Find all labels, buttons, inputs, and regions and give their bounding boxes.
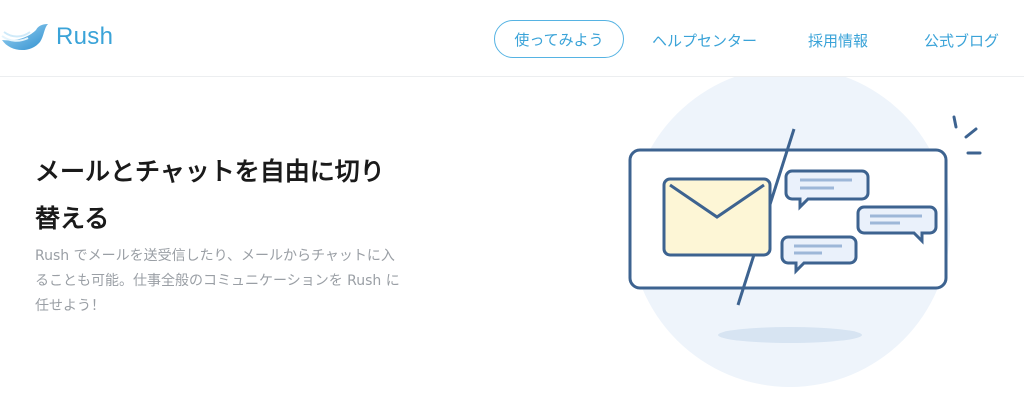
hero-desc-line3: 任せよう！ [35, 298, 105, 314]
hero-desc-line2: ることも可能。仕事全般のコミュニケーションを Rush に [35, 273, 400, 289]
hero-desc-line1: Rush でメールを送受信したり、メールからチャットに入 [35, 248, 395, 264]
site-header: Rush 使ってみよう ヘルプセンター 採用情報 公式ブログ [0, 0, 1024, 77]
nav-link-jobs[interactable]: 採用情報 [808, 30, 868, 51]
hero-title: メールとチャットを自由に切り 替える [35, 148, 435, 242]
hero-description: Rush でメールを送受信したり、メールからチャットに入 ることも可能。仕事全般… [35, 244, 435, 319]
logo-link[interactable]: Rush [0, 16, 113, 58]
nav-link-help-center[interactable]: ヘルプセンター [652, 30, 757, 51]
hero-title-line2: 替える [35, 204, 110, 233]
illustration-shadow [718, 327, 862, 343]
mail-to-chat-illustration [628, 77, 982, 387]
logo-text: Rush [56, 23, 114, 50]
hero-title-line1: メールとチャットを自由に切り [35, 157, 385, 186]
envelope-icon [662, 177, 772, 257]
sparkle-lines-icon [952, 115, 982, 155]
nav-link-blog[interactable]: 公式ブログ [924, 30, 999, 51]
try-it-button[interactable]: 使ってみよう [494, 20, 624, 58]
bird-logo-icon [1, 24, 48, 51]
